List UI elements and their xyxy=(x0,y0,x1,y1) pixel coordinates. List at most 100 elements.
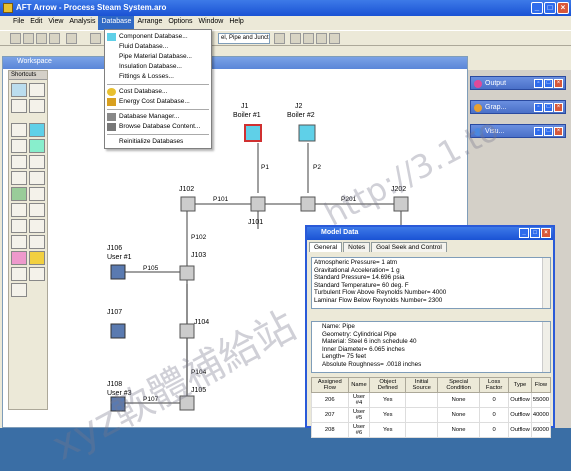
graph-restore-button[interactable]: ▫ xyxy=(534,103,543,112)
assigned-pressure-icon[interactable] xyxy=(29,123,45,137)
control-valve-icon[interactable] xyxy=(11,235,27,249)
area-change-icon[interactable] xyxy=(29,155,45,169)
column-header[interactable]: Flow xyxy=(530,377,552,393)
check-valve-icon[interactable] xyxy=(29,235,45,249)
graph-max-button[interactable]: □ xyxy=(544,103,553,112)
menu-edit[interactable]: Edit xyxy=(27,16,45,30)
jet-pump-icon[interactable] xyxy=(29,267,45,281)
model-data-maximize-button[interactable]: □ xyxy=(530,228,540,238)
visual-report-window[interactable]: Visu... ▫ □ × xyxy=(470,124,566,138)
separator-icon[interactable] xyxy=(11,267,27,281)
chart-icon[interactable] xyxy=(303,33,314,44)
menu-pipe-material-database[interactable]: Pipe Material Database... xyxy=(119,53,192,60)
column-header[interactable]: Initial Source xyxy=(405,377,439,393)
close-button[interactable]: × xyxy=(557,2,569,14)
print-icon[interactable] xyxy=(49,33,60,44)
column-header[interactable]: Name xyxy=(347,377,371,393)
user-1-node[interactable] xyxy=(110,264,126,280)
grid-view-icon[interactable] xyxy=(329,33,340,44)
menu-cost-database[interactable]: Cost Database... xyxy=(119,88,167,95)
volume-balance-icon[interactable] xyxy=(29,219,45,233)
grid-icon[interactable] xyxy=(90,33,101,44)
compressor-icon[interactable] xyxy=(29,139,45,153)
menu-database-manager[interactable]: Database Manager... xyxy=(119,113,179,120)
element-filter-field[interactable]: el, Pipe and Junctio xyxy=(218,33,270,44)
bend-icon[interactable] xyxy=(11,203,27,217)
annotation-tool-icon[interactable] xyxy=(29,99,45,113)
menu-component-database[interactable]: Component Database... xyxy=(119,33,188,40)
minimize-button[interactable]: _ xyxy=(531,2,543,14)
select-icon[interactable] xyxy=(274,33,285,44)
general-list-scrollbar[interactable] xyxy=(542,258,550,308)
tab-goal-seek[interactable]: Goal Seek and Control xyxy=(371,242,447,252)
tab-notes[interactable]: Notes xyxy=(343,242,371,252)
junction-j-mid[interactable] xyxy=(300,196,316,212)
boiler-1-node[interactable] xyxy=(244,124,262,142)
table-row[interactable]: 206 User #4 Yes None 0 Outflow 55000 xyxy=(311,392,552,408)
spray-icon[interactable] xyxy=(11,187,27,201)
save-icon[interactable] xyxy=(36,33,47,44)
menu-browse-database-content[interactable]: Browse Database Content... xyxy=(119,123,200,130)
junction-j103[interactable] xyxy=(179,265,195,281)
menu-options[interactable]: Options xyxy=(165,16,195,30)
table-row[interactable]: 207 User #5 Yes None 0 Outflow 40000 xyxy=(311,407,552,423)
menu-window[interactable]: Window xyxy=(195,16,226,30)
column-header[interactable]: Type xyxy=(508,377,532,393)
transfer-icon[interactable] xyxy=(11,283,27,297)
column-header[interactable]: Assigned Flow xyxy=(311,377,349,393)
junction-j105[interactable] xyxy=(179,395,195,411)
user-3-node[interactable] xyxy=(110,396,126,412)
zoom-tool-icon[interactable] xyxy=(11,99,27,113)
pipe-list-scrollbar[interactable] xyxy=(542,322,550,372)
menu-file[interactable]: File xyxy=(10,16,27,30)
open-file-icon[interactable] xyxy=(23,33,34,44)
general-data-list[interactable]: Atmospheric Pressure= 1 atm Gravitationa… xyxy=(311,257,551,309)
model-data-close-button[interactable]: × xyxy=(541,228,551,238)
orifice-icon[interactable] xyxy=(29,203,45,217)
table-icon[interactable] xyxy=(290,33,301,44)
menu-insulation-database[interactable]: Insulation Database... xyxy=(119,63,182,70)
heat-exchanger-icon[interactable] xyxy=(11,219,27,233)
output-window[interactable]: Output ▫ □ × xyxy=(470,76,566,90)
assigned-flow-icon[interactable] xyxy=(11,123,27,137)
visual-max-button[interactable]: □ xyxy=(544,127,553,136)
relief-valve-icon[interactable] xyxy=(11,251,27,265)
general-component-icon[interactable] xyxy=(29,251,45,265)
branch-icon[interactable] xyxy=(11,139,27,153)
menu-help[interactable]: Help xyxy=(226,16,246,30)
column-header[interactable]: Special Condition xyxy=(437,377,481,393)
graph-window[interactable]: Grap... ▫ □ × xyxy=(470,100,566,114)
column-header[interactable]: Object Defined xyxy=(369,377,407,393)
user-2-node[interactable] xyxy=(110,323,126,339)
menu-view[interactable]: View xyxy=(45,16,66,30)
menu-energy-cost-database[interactable]: Energy Cost Database... xyxy=(119,98,190,105)
menu-arrange[interactable]: Arrange xyxy=(134,16,165,30)
menu-analysis[interactable]: Analysis xyxy=(66,16,98,30)
model-data-minimize-button[interactable]: _ xyxy=(519,228,529,238)
flag-icon[interactable] xyxy=(316,33,327,44)
pipe-data-list[interactable]: Name: Pipe Geometry: Cylindrical Pipe Ma… xyxy=(311,321,551,373)
junction-j102[interactable] xyxy=(180,196,196,212)
screen-icon[interactable] xyxy=(29,187,45,201)
junction-j101[interactable] xyxy=(250,196,266,212)
tab-general[interactable]: General xyxy=(309,242,343,252)
boiler-2-node[interactable] xyxy=(298,124,316,142)
valve-icon[interactable] xyxy=(29,171,45,185)
tee-icon[interactable] xyxy=(11,171,27,185)
output-max-button[interactable]: □ xyxy=(544,79,553,88)
menu-fluid-database[interactable]: Fluid Database... xyxy=(119,43,168,50)
pipe-tool-icon[interactable] xyxy=(11,83,27,97)
menu-reinitialize-databases[interactable]: Reinitialize Databases xyxy=(119,138,183,145)
junction-j202[interactable] xyxy=(393,196,409,212)
visual-close-button[interactable]: × xyxy=(554,127,563,136)
menu-fittings-losses[interactable]: Fittings & Losses... xyxy=(119,73,174,80)
maximize-button[interactable]: □ xyxy=(544,2,556,14)
select-tool-icon[interactable] xyxy=(29,83,45,97)
dead-end-icon[interactable] xyxy=(11,155,27,169)
output-close-button[interactable]: × xyxy=(554,79,563,88)
table-row[interactable]: 208 User #6 Yes None 0 Outflow 60000 xyxy=(311,422,552,438)
graph-close-button[interactable]: × xyxy=(554,103,563,112)
visual-restore-button[interactable]: ▫ xyxy=(534,127,543,136)
run-icon[interactable] xyxy=(66,33,77,44)
new-file-icon[interactable] xyxy=(10,33,21,44)
